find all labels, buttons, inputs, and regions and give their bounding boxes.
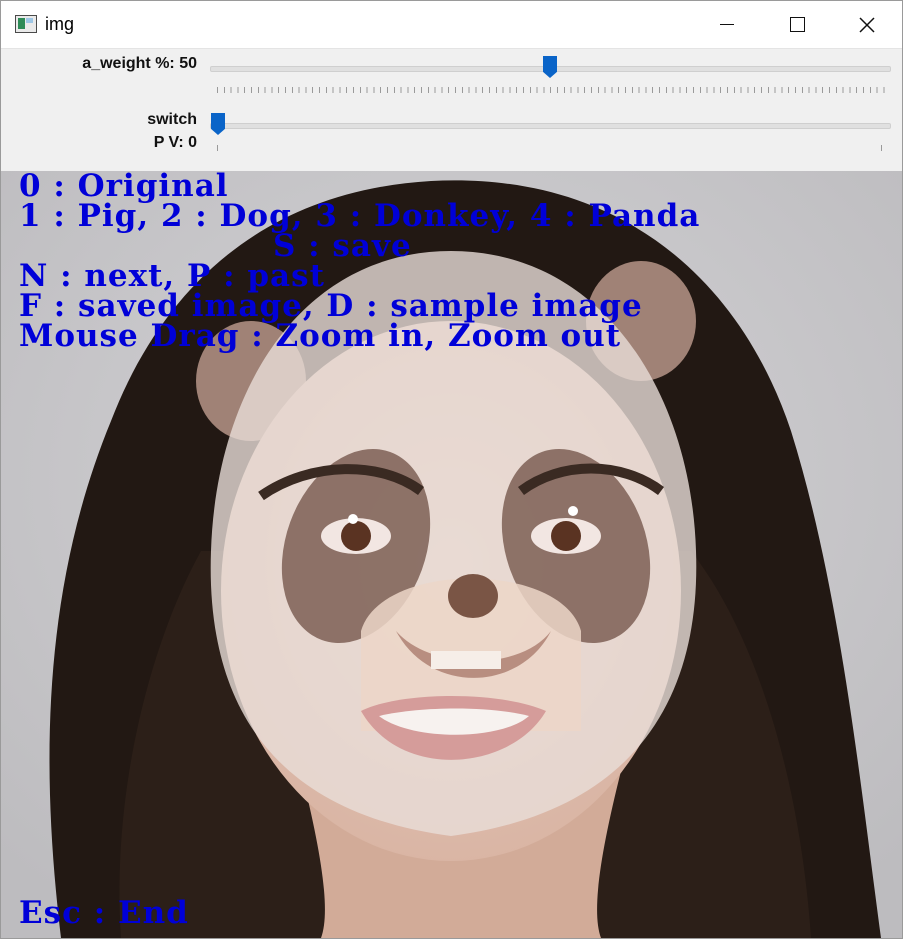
image-canvas[interactable]: 0 : Original 1 : Pig, 2 : Dog, 3 : Donke… <box>1 171 902 938</box>
a-weight-label: a_weight %: 50 <box>82 55 197 72</box>
minimize-button[interactable] <box>692 1 762 48</box>
a-weight-ticks <box>217 87 885 93</box>
switch-label: switch <box>147 111 197 128</box>
help-line-images: F : saved image, D : sample image <box>19 288 643 324</box>
help-line-zoom: Mouse Drag : Zoom in, Zoom out <box>19 318 622 354</box>
minimize-icon <box>720 23 734 26</box>
help-line-navigation: N : next, P : past <box>19 258 325 294</box>
help-line-animals: 1 : Pig, 2 : Dog, 3 : Donkey, 4 : Panda <box>19 198 701 234</box>
switch-tick-end <box>881 145 882 151</box>
image-window: img a_weight %: 50 switch P V: 0 0: Ori… <box>0 0 903 939</box>
a-weight-thumb[interactable] <box>543 56 557 78</box>
switch-thumb[interactable] <box>211 113 225 135</box>
title-bar[interactable]: img <box>1 1 902 49</box>
maximize-button[interactable] <box>762 1 832 48</box>
switch-value-label: P V: 0 <box>153 134 197 151</box>
trackbar-panel: a_weight %: 50 switch P V: 0 <box>1 49 902 171</box>
window-title: img <box>45 14 75 34</box>
help-line-original: 0 : Original <box>19 171 229 204</box>
maximize-icon <box>789 17 805 32</box>
close-icon <box>859 16 875 33</box>
switch-track[interactable] <box>210 123 891 129</box>
switch-tick-start <box>217 145 218 151</box>
help-line-exit: Esc : End <box>19 895 189 931</box>
close-button[interactable] <box>832 1 902 48</box>
image-window-icon <box>15 15 37 33</box>
help-line-save: S : save <box>273 228 412 264</box>
